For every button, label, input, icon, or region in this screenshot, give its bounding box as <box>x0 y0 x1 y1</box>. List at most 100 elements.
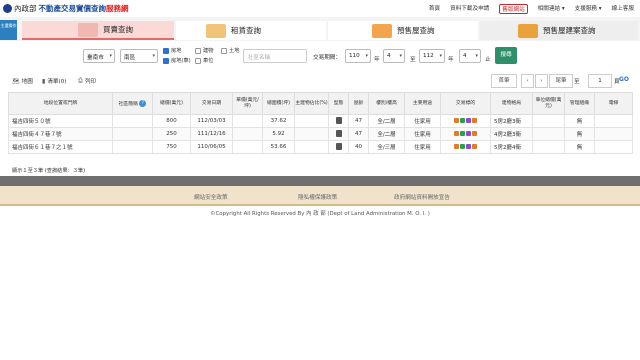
list-view-button[interactable]: ▮ 清單(0) <box>42 77 66 86</box>
city-select[interactable]: 臺南市 <box>83 49 115 63</box>
result-toolbar: 🗺 地圖 ▮ 清單(0) ⎙ 列印 首筆 ‹ › 尾筆 至 1 頁 GO <box>8 74 632 88</box>
type-check-house-land[interactable]: 房地 <box>163 47 181 54</box>
col-unit-price[interactable]: 單價(萬元/坪) <box>232 92 263 115</box>
to-month-select[interactable]: 4 <box>459 49 481 63</box>
period-label: 交易期間： <box>313 55 341 61</box>
site-title: 不動產交易實價查詢服務網 <box>38 4 129 13</box>
search-button[interactable]: 搜尋 <box>495 47 517 64</box>
info-icon[interactable]: ? <box>139 99 147 107</box>
floor-cell: 全/三層 <box>368 140 405 154</box>
col-age[interactable]: 屋齡 <box>348 92 369 115</box>
use-cell: 住家用 <box>404 114 441 128</box>
col-date[interactable]: 交易日期 <box>190 92 233 115</box>
col-area[interactable]: 總面積(坪) <box>262 92 295 115</box>
address-link[interactable]: 福吉四街６１巷７之１號 <box>8 140 113 154</box>
layout-cell: 5房2廳3衛 <box>490 114 533 128</box>
presale-building-icon <box>372 23 392 38</box>
nav-support[interactable]: 支援服務 ▾ <box>575 4 602 14</box>
age-cell: 47 <box>348 127 369 141</box>
tab-rent[interactable]: 租賃查詢 <box>176 21 326 40</box>
col-price[interactable]: 總價(萬元) <box>152 92 191 115</box>
date-cell: 111/12/16 <box>190 127 233 141</box>
print-icon: ⎙ <box>78 77 83 84</box>
ministry-emblem-icon <box>3 4 12 13</box>
type-check-land[interactable]: 土地 <box>221 47 239 54</box>
management-cell: 無 <box>564 127 595 141</box>
result-summary: 顯示１至３筆 (查詢結果：３筆) <box>12 168 86 174</box>
col-management[interactable]: 管理組織 <box>564 92 595 115</box>
nav-old-site[interactable]: 舊版網站 <box>499 4 528 14</box>
map-view-button[interactable]: 🗺 地圖 <box>12 77 33 86</box>
community-cell <box>112 140 153 154</box>
target-cell <box>440 140 491 154</box>
col-main-ratio[interactable]: 主建物佔比(%) <box>294 92 329 115</box>
nav-online-service[interactable]: 線上客服 <box>612 4 634 14</box>
prev-page-button[interactable]: ‹ <box>521 74 534 88</box>
age-cell: 40 <box>348 140 369 154</box>
address-link[interactable]: 福吉四街５０號 <box>8 114 113 128</box>
print-button[interactable]: ⎙ 列印 <box>78 77 96 85</box>
footer-link-security[interactable]: 網站安全政策 <box>194 193 228 201</box>
land-tag-icon <box>472 117 477 123</box>
checkbox-icon <box>195 57 201 64</box>
from-month-select[interactable]: 4 <box>383 49 405 63</box>
ratio-cell <box>294 140 329 154</box>
col-address[interactable]: 地段位置或門牌 <box>8 92 113 115</box>
tab-sale[interactable]: 買賣查詢 <box>22 21 174 40</box>
side-menu-button[interactable]: 主選操作 <box>0 20 17 40</box>
next-page-button[interactable]: › <box>535 74 548 88</box>
layout-cell: 4房2廳3衛 <box>490 127 533 141</box>
col-parking-price[interactable]: 車位總價(萬元) <box>532 92 565 115</box>
document-icon[interactable] <box>335 142 342 150</box>
tab-presale[interactable]: 預售屋查詢 <box>328 21 478 40</box>
document-icon[interactable] <box>335 129 342 137</box>
nav-related-links[interactable]: 相關連結 ▾ <box>538 4 565 14</box>
community-cell <box>112 127 153 141</box>
nav-home[interactable]: 首頁 <box>429 4 440 14</box>
site-logo[interactable]: 內政部 不動產交易實價查詢服務網 <box>3 3 129 14</box>
age-cell: 47 <box>348 114 369 128</box>
go-button[interactable]: GO <box>619 76 629 83</box>
col-elevator[interactable]: 電梯 <box>594 92 633 115</box>
table-row[interactable]: 福吉四街４７巷７號 250 111/12/16 5.92 47 全/二層 住家用… <box>8 127 633 141</box>
tab-presale-project[interactable]: 預售屋建案查詢 <box>480 21 638 40</box>
footer-link-privacy[interactable]: 隱私權保護政策 <box>298 193 337 201</box>
address-link[interactable]: 福吉四街４７巷７號 <box>8 127 113 141</box>
first-page-button[interactable]: 首筆 <box>491 74 517 88</box>
footer-link-open-data[interactable]: 政府網站資料開放宣告 <box>394 193 450 201</box>
ratio-cell <box>294 114 329 128</box>
elevator-cell <box>594 140 633 154</box>
land-tag-icon <box>472 130 477 136</box>
col-floor[interactable]: 樓別/樓高 <box>368 92 405 115</box>
document-icon[interactable] <box>335 116 342 124</box>
year-unit: 年 <box>448 57 454 63</box>
district-select[interactable]: 南區 <box>120 49 158 63</box>
type-check-building[interactable]: 建物 <box>195 47 213 54</box>
col-use[interactable]: 主要用途 <box>404 92 441 115</box>
building-tag-icon <box>460 143 465 149</box>
col-target[interactable]: 交易標的 <box>440 92 491 115</box>
table-row[interactable]: 福吉四街５０號 800 112/03/03 37.62 47 全/二層 住家用 … <box>8 114 633 128</box>
land-tag-icon <box>454 130 459 136</box>
house-sale-icon <box>78 22 98 37</box>
unit-price-cell <box>232 140 263 154</box>
to-year-select[interactable]: 112 <box>419 49 445 63</box>
parking-tag-icon <box>466 143 471 149</box>
last-page-button[interactable]: 尾筆 <box>549 74 573 88</box>
type-cell <box>328 140 349 154</box>
col-type[interactable]: 型態 <box>328 92 349 115</box>
col-layout[interactable]: 建物格局 <box>490 92 533 115</box>
nav-download[interactable]: 資料下載及申請 <box>450 4 489 14</box>
building-tag-icon <box>460 130 465 136</box>
type-check-house-parking[interactable]: 房地(車) <box>163 57 191 64</box>
layout-cell: 5房2廳4衛 <box>490 140 533 154</box>
community-name-input[interactable]: 社區名稱 <box>243 49 307 63</box>
footer-links-bar: 網站安全政策 隱私權保護政策 政府網站資料開放宣告 <box>0 186 640 206</box>
from-year-select[interactable]: 110 <box>345 49 371 63</box>
elevator-cell <box>594 114 633 128</box>
area-cell: 53.66 <box>262 140 295 154</box>
table-row[interactable]: 福吉四街６１巷７之１號 750 110/06/05 53.66 40 全/三層 … <box>8 140 633 154</box>
page-number-input[interactable]: 1 <box>588 74 612 88</box>
type-check-parking[interactable]: 車位 <box>195 57 213 64</box>
col-community[interactable]: 社區簡稱 ? <box>112 92 153 115</box>
